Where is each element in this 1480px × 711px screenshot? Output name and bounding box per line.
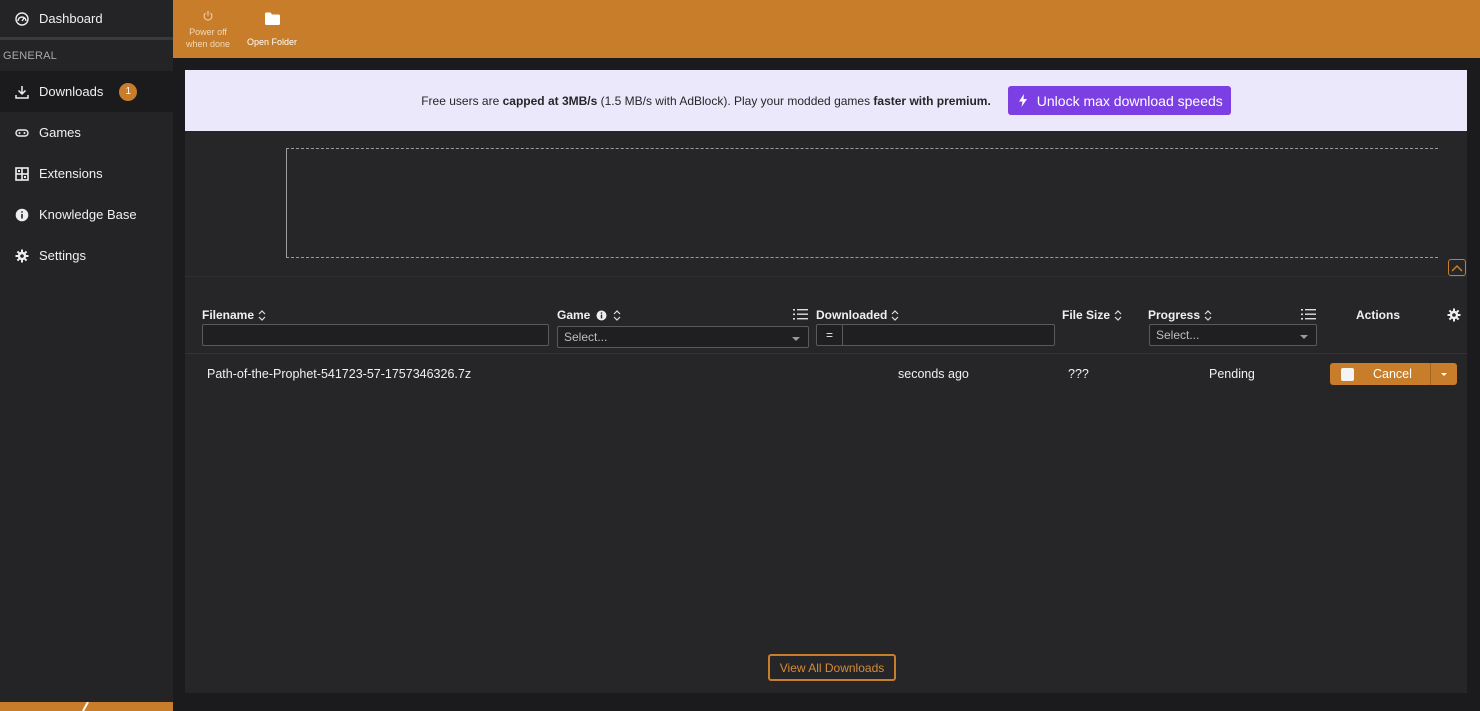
row-actions: Cancel xyxy=(1330,363,1457,385)
power-off-when-done-button[interactable]: Power off when done xyxy=(183,0,233,50)
column-label: File Size xyxy=(1062,308,1111,322)
table-header: Filename Game Select... Downloaded = Fil… xyxy=(185,308,1467,354)
open-folder-label: Open Folder xyxy=(246,37,298,47)
select-placeholder: Select... xyxy=(564,330,608,344)
column-header-actions: Actions xyxy=(1356,308,1400,322)
downloaded-operator-button[interactable]: = xyxy=(817,325,843,345)
gear-icon xyxy=(15,249,29,263)
unlock-premium-button[interactable]: Unlock max download speeds xyxy=(1007,86,1231,115)
column-header-progress[interactable]: Progress xyxy=(1148,308,1212,322)
chevron-down-icon xyxy=(1300,335,1308,339)
sort-icon xyxy=(1204,309,1212,321)
toolbar: Power off when done Open Folder xyxy=(173,0,1480,58)
chevron-down-icon xyxy=(792,337,800,341)
sidebar-section-general: GENERAL xyxy=(3,50,57,62)
sort-icon xyxy=(613,309,621,321)
downloads-panel: Free users are capped at 3MB/s (1.5 MB/s… xyxy=(185,70,1467,693)
collapse-ad-button[interactable] xyxy=(1448,259,1466,276)
folder-icon xyxy=(264,10,280,26)
ad-placeholder xyxy=(286,148,1438,258)
stop-icon xyxy=(1341,367,1354,381)
lightning-icon xyxy=(1018,94,1028,107)
sidebar-item-extensions[interactable]: Extensions xyxy=(0,153,173,194)
progress-filter-select[interactable]: Select... xyxy=(1149,324,1317,346)
column-header-downloaded[interactable]: Downloaded xyxy=(816,308,899,322)
power-icon xyxy=(202,8,214,24)
sidebar: Dashboard GENERAL Downloads 1 Games Exte… xyxy=(0,0,173,711)
sidebar-collapse-bar[interactable] xyxy=(0,702,173,711)
sort-icon xyxy=(1114,309,1122,321)
promo-text-bold: capped at 3MB/s xyxy=(502,93,598,108)
sidebar-item-label: Games xyxy=(39,125,81,140)
downloaded-filter: = xyxy=(816,324,1055,346)
sidebar-item-label: Settings xyxy=(39,248,86,263)
ad-area xyxy=(185,131,1467,277)
info-icon[interactable] xyxy=(596,310,607,321)
list-filter-icon[interactable] xyxy=(1301,308,1316,321)
sidebar-item-settings[interactable]: Settings xyxy=(0,235,173,276)
actions-dropdown-button[interactable] xyxy=(1430,363,1457,385)
row-downloaded: seconds ago xyxy=(898,367,969,381)
sidebar-item-label: Dashboard xyxy=(39,11,103,26)
filename-filter-input[interactable] xyxy=(202,324,549,346)
chevron-up-icon xyxy=(1451,264,1463,272)
sidebar-item-label: Downloads xyxy=(39,84,104,99)
cancel-button[interactable]: Cancel xyxy=(1330,363,1430,385)
cancel-label: Cancel xyxy=(1373,367,1412,381)
sidebar-item-downloads[interactable]: Downloads 1 xyxy=(0,71,173,112)
sidebar-item-dashboard[interactable]: Dashboard xyxy=(0,0,173,40)
row-file-size: ??? xyxy=(1068,367,1089,381)
column-label: Game xyxy=(557,308,591,322)
sort-icon xyxy=(258,309,266,321)
dashboard-icon xyxy=(15,11,29,26)
promo-text-part: Free users are xyxy=(421,93,503,108)
table-row: Path-of-the-Prophet-541723-57-1757346326… xyxy=(185,357,1467,391)
column-label: Filename xyxy=(202,308,255,322)
column-label: Progress xyxy=(1148,308,1201,322)
select-placeholder: Select... xyxy=(1156,328,1200,342)
sidebar-item-label: Extensions xyxy=(39,166,103,181)
sidebar-item-knowledge-base[interactable]: Knowledge Base xyxy=(0,194,173,235)
chevron-left-icon xyxy=(82,702,89,711)
gear-icon[interactable] xyxy=(1447,308,1461,322)
promo-text-bold: faster with premium. xyxy=(873,93,991,108)
puzzle-icon xyxy=(15,166,29,181)
downloads-count-badge: 1 xyxy=(119,82,138,101)
column-label: Actions xyxy=(1356,308,1401,322)
column-header-game[interactable]: Game xyxy=(557,308,621,322)
downloaded-filter-input[interactable] xyxy=(843,325,1054,345)
column-header-file-size[interactable]: File Size xyxy=(1062,308,1122,322)
gamepad-icon xyxy=(15,126,29,140)
download-icon xyxy=(15,85,29,99)
chevron-down-icon xyxy=(1441,372,1447,376)
sidebar-item-games[interactable]: Games xyxy=(0,112,173,153)
power-off-label-line1: Power off xyxy=(189,27,227,37)
list-filter-icon[interactable] xyxy=(793,308,808,321)
row-filename: Path-of-the-Prophet-541723-57-1757346326… xyxy=(207,367,472,381)
open-folder-button[interactable]: Open Folder xyxy=(245,0,299,48)
power-off-label-line2: when done xyxy=(185,39,231,49)
game-filter-select[interactable]: Select... xyxy=(557,326,809,348)
row-progress: Pending xyxy=(1209,367,1255,381)
view-all-downloads-button[interactable]: View All Downloads xyxy=(768,654,896,681)
info-icon xyxy=(15,208,29,222)
column-label: Downloaded xyxy=(816,308,888,322)
column-header-filename[interactable]: Filename xyxy=(202,308,266,322)
promo-text-part: (1.5 MB/s with AdBlock). Play your modde… xyxy=(597,93,874,108)
premium-banner: Free users are capped at 3MB/s (1.5 MB/s… xyxy=(185,70,1467,131)
unlock-premium-label: Unlock max download speeds xyxy=(1036,92,1223,109)
sort-icon xyxy=(891,309,899,321)
sidebar-item-label: Knowledge Base xyxy=(39,207,137,222)
promo-text: Free users are capped at 3MB/s (1.5 MB/s… xyxy=(421,94,991,108)
